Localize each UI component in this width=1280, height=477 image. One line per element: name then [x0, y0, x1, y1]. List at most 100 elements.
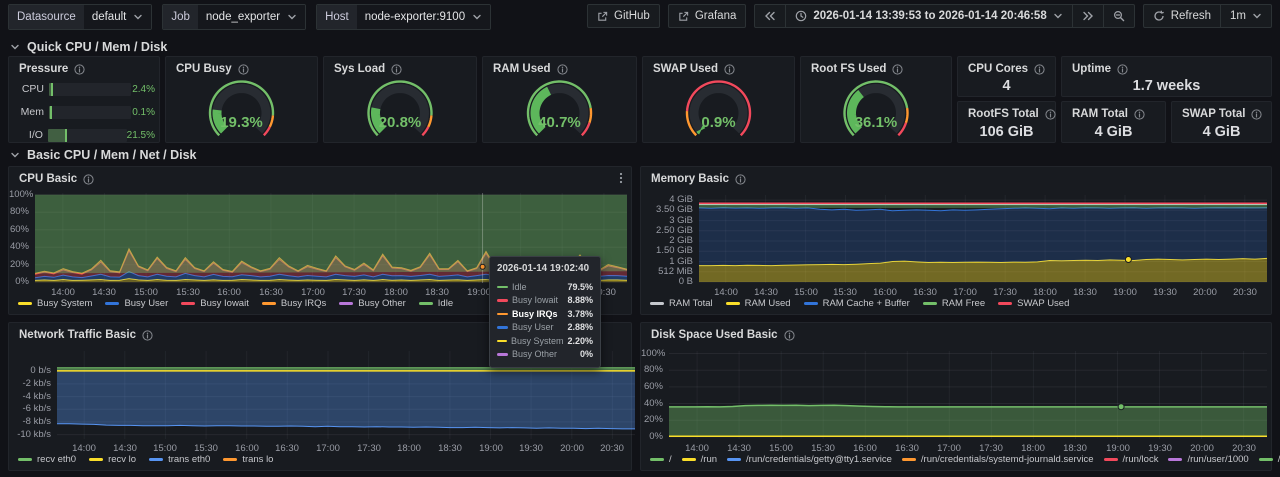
x-axis-label: 17:00 [308, 444, 348, 454]
zoom-out-icon [1113, 10, 1125, 22]
legend-item[interactable]: Idle [419, 298, 453, 309]
gauge-value: 19.3% [220, 114, 263, 131]
job-control[interactable]: Job node_exporter [162, 4, 306, 30]
info-icon[interactable] [724, 64, 735, 75]
panel-sys-load: Sys Load 20.8% [323, 56, 477, 143]
dashboard-toolbar: GitHub Grafana 2026-01-14 13:39:53 to 20… [587, 4, 1272, 28]
info-icon[interactable] [1045, 109, 1056, 120]
legend-item[interactable]: SWAP Used [998, 298, 1069, 309]
legend-series-dash [1259, 458, 1273, 461]
legend-series-dash [223, 458, 237, 461]
legend-item[interactable]: Busy User [105, 298, 168, 309]
info-icon[interactable] [1134, 109, 1145, 120]
refresh-group: Refresh 1m [1143, 4, 1272, 28]
datasource-select[interactable]: default [84, 5, 152, 29]
net-legend: recv eth0 recv lo trans eth0 trans lo [18, 454, 273, 465]
x-axis-label: 17:30 [985, 288, 1025, 298]
info-icon[interactable] [238, 64, 249, 75]
info-icon[interactable] [74, 64, 85, 75]
ram-total-value: 4 GiB [1062, 124, 1165, 140]
y-axis-label: 20% [9, 260, 29, 270]
legend-item[interactable]: recv lo [89, 454, 136, 465]
y-axis-label: 100% [9, 190, 29, 200]
x-axis-label: 20:00 [1185, 288, 1225, 298]
disk-chart-plot[interactable] [669, 351, 1267, 439]
pressure-bar-mem [49, 106, 131, 119]
host-control[interactable]: Host node-exporter:9100 [316, 4, 491, 30]
grafana-link-button[interactable]: Grafana [668, 4, 747, 28]
legend-item[interactable]: /tmp [1259, 454, 1280, 465]
info-icon[interactable] [735, 174, 746, 185]
info-icon[interactable] [557, 64, 568, 75]
job-label: Job [163, 5, 198, 29]
legend-item[interactable]: RAM Cache + Buffer [804, 298, 910, 309]
y-axis-label: 100% [641, 349, 663, 359]
legend-item[interactable]: /run/credentials/systemd-journald.servic… [902, 454, 1094, 465]
zoom-out-time-button[interactable] [1103, 4, 1135, 28]
refresh-interval-select[interactable]: 1m [1220, 4, 1272, 28]
legend-item[interactable]: Busy System [18, 298, 92, 309]
refresh-button[interactable]: Refresh [1143, 4, 1221, 28]
legend-item[interactable]: Busy Other [339, 298, 406, 309]
host-select[interactable]: node-exporter:9100 [357, 5, 490, 29]
x-axis-label: 15:30 [186, 444, 226, 454]
mem-chart-plot[interactable] [699, 195, 1267, 283]
y-axis-label: 20% [641, 415, 663, 425]
legend-series-dash [1168, 458, 1182, 461]
legend-series-dash [650, 458, 664, 461]
legend-item[interactable]: trans eth0 [149, 454, 210, 465]
legend-item[interactable]: /run/lock [1104, 454, 1159, 465]
x-axis-label: 15:00 [761, 444, 801, 454]
x-axis-label: 20:30 [592, 444, 632, 454]
grafana-dashboard: Datasource default Job node_exporter Hos… [0, 0, 1280, 477]
info-icon[interactable] [1251, 109, 1262, 120]
panel-memory-basic: Memory Basic 4 GiB3.50 GiB3 GiB2.50 GiB2… [640, 166, 1272, 315]
legend-item[interactable]: Busy Iowait [181, 298, 249, 309]
y-axis-label: 80% [9, 207, 29, 217]
chart-hover-tooltip: 2026-01-14 19:02:40 Idle79.5% Busy Iowai… [489, 256, 601, 368]
panel-cpu-busy: CPU Busy 19.3% [165, 56, 318, 143]
info-icon[interactable] [142, 330, 153, 341]
info-icon[interactable] [784, 330, 795, 341]
panel-title: CPU Basic [19, 173, 77, 185]
legend-item[interactable]: recv eth0 [18, 454, 76, 465]
y-axis-label: -2 kb/s [9, 379, 51, 389]
section-quick-cpu-mem-disk[interactable]: Quick CPU / Mem / Disk [10, 40, 167, 54]
info-icon[interactable] [391, 64, 402, 75]
cpu-busy-gauge: 19.3% [166, 78, 317, 147]
x-axis-label: 19:00 [471, 444, 511, 454]
legend-item[interactable]: RAM Free [923, 298, 985, 309]
swap-used-gauge: 0.9% [643, 78, 794, 147]
info-icon[interactable] [1034, 64, 1045, 75]
legend-item[interactable]: /run/credentials/getty@tty1.service [727, 454, 892, 465]
x-axis-label: 15:00 [786, 288, 826, 298]
y-axis-label: 40% [641, 399, 663, 409]
x-axis-label: 18:00 [1013, 444, 1053, 454]
legend-item[interactable]: RAM Used [726, 298, 791, 309]
legend-item[interactable]: /run [682, 454, 717, 465]
panel-title: Network Traffic Basic [19, 329, 136, 341]
section-basic-cpu-mem-net-disk[interactable]: Basic CPU / Mem / Net / Disk [10, 148, 197, 162]
legend-item[interactable]: Busy IRQs [262, 298, 326, 309]
time-range-picker[interactable]: 2026-01-14 13:39:53 to 2026-01-14 20:46:… [785, 4, 1072, 28]
root-fs-used-gauge: 36.1% [801, 78, 951, 147]
legend-item[interactable]: /run/user/1000 [1168, 454, 1248, 465]
legend-item[interactable]: trans lo [223, 454, 273, 465]
legend-series-dash [650, 302, 664, 305]
legend-item[interactable]: / [650, 454, 672, 465]
info-icon[interactable] [83, 174, 94, 185]
external-link-icon [597, 11, 608, 22]
time-shift-forward-button[interactable] [1072, 4, 1104, 28]
info-icon[interactable] [892, 64, 903, 75]
time-shift-back-button[interactable] [754, 4, 786, 28]
datasource-control[interactable]: Datasource default [8, 4, 152, 30]
panel-rootfs-total: RootFS Total 106 GiB [957, 101, 1056, 143]
panel-menu-icon[interactable] [615, 171, 627, 185]
x-axis-label: 15:00 [145, 444, 185, 454]
legend-item[interactable]: RAM Total [650, 298, 713, 309]
info-icon[interactable] [1117, 64, 1128, 75]
github-link-button[interactable]: GitHub [587, 4, 660, 28]
uptime-value: 1.7 weeks [1062, 78, 1271, 94]
job-select[interactable]: node_exporter [198, 5, 305, 29]
legend-series-dash [804, 302, 818, 305]
